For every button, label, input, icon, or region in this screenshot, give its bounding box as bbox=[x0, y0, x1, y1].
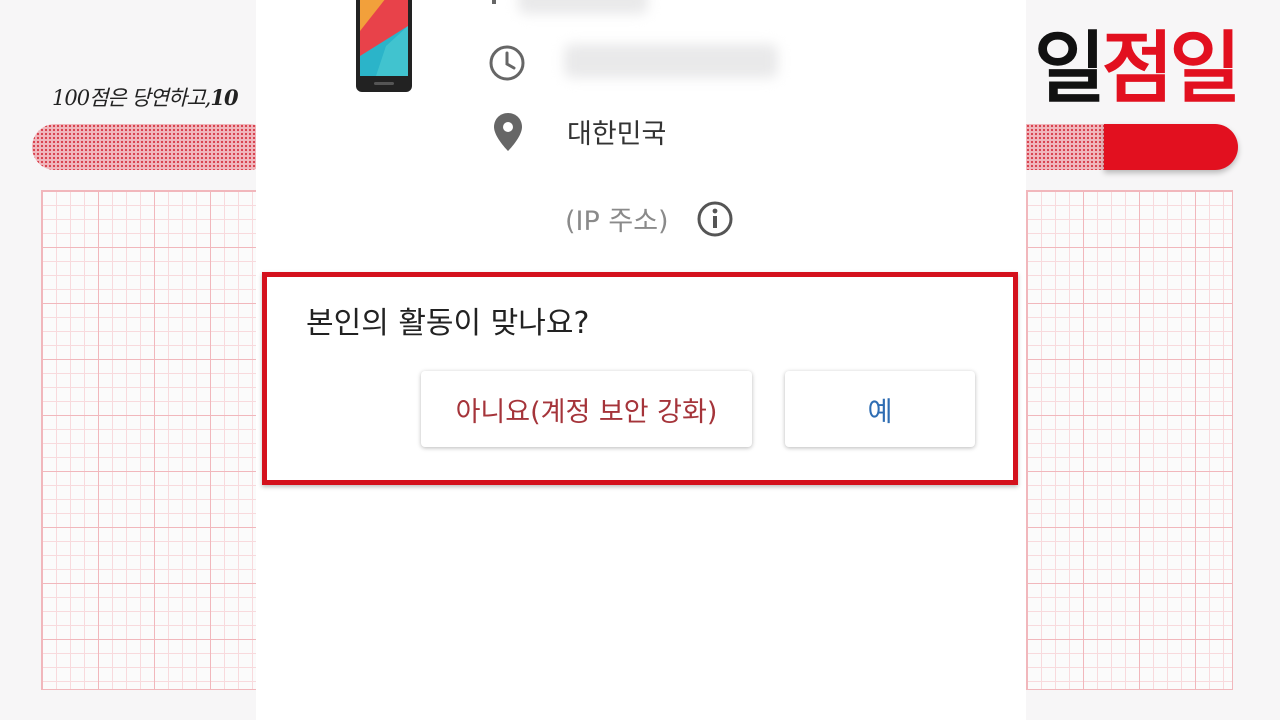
brand-char-3: 일 bbox=[1169, 24, 1242, 114]
dotted-banner-left bbox=[32, 124, 272, 170]
ip-address-label: (IP 주소) bbox=[565, 206, 669, 237]
slogan-container: 100점은 당연하고,10 bbox=[0, 0, 256, 130]
location-text: 대한민국 bbox=[567, 119, 667, 150]
brand-char-2: 점 bbox=[1101, 24, 1174, 114]
yes-button[interactable]: 예 bbox=[785, 371, 975, 447]
brand-logo: 일점일 bbox=[1034, 30, 1241, 108]
grid-paper-right bbox=[1026, 190, 1233, 690]
smartphone-icon bbox=[356, 0, 412, 92]
map-pin-icon bbox=[494, 113, 522, 151]
no-secure-account-button[interactable]: 아니요(계정 보안 강화) bbox=[421, 371, 752, 447]
red-banner bbox=[1104, 124, 1238, 170]
obscured-timestamp bbox=[564, 44, 778, 78]
confirmation-question: 본인의 활동이 맞나요? bbox=[306, 306, 590, 341]
slogan-text: 100점은 당연하고,10 bbox=[52, 82, 239, 112]
info-icon[interactable] bbox=[696, 200, 734, 238]
slogan-main: 100점은 당연하고, bbox=[52, 86, 211, 110]
brand-char-1: 일 bbox=[1034, 24, 1106, 114]
obscured-device-name bbox=[518, 0, 648, 14]
grid-paper-left bbox=[41, 190, 257, 690]
slogan-tail: 10 bbox=[210, 85, 238, 110]
device-icon bbox=[492, 0, 496, 4]
clock-icon bbox=[489, 45, 525, 81]
